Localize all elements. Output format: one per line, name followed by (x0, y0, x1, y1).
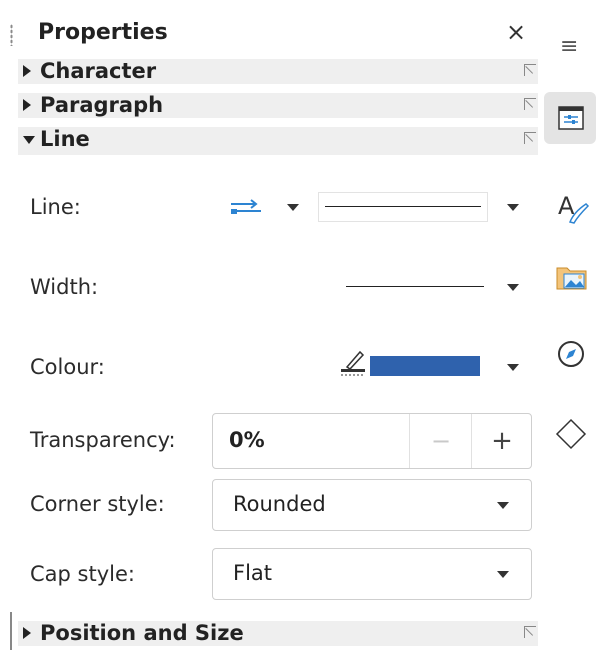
sidebar-tabbar: ≡ A (540, 0, 603, 650)
drag-grip[interactable] (10, 24, 13, 46)
section-paragraph-label: Paragraph (40, 93, 164, 117)
line-colour-dropdown-arrow[interactable] (507, 364, 519, 371)
expand-icon (23, 627, 31, 639)
colour-label: Colour: (30, 355, 105, 379)
tab-shapes[interactable] (544, 408, 596, 460)
more-options-icon[interactable] (524, 626, 536, 638)
tab-styles[interactable]: A (544, 182, 596, 234)
section-line[interactable]: Line (18, 127, 538, 155)
styles-icon: A (558, 192, 590, 224)
line-width-preview[interactable] (346, 286, 484, 287)
properties-panel: Properties × Character Paragraph Line Li… (0, 0, 538, 650)
corner-style-dropdown[interactable]: Rounded (212, 479, 532, 531)
cap-style-dropdown[interactable]: Flat (212, 548, 532, 600)
panel-titlebar: Properties × (18, 18, 538, 52)
section-character[interactable]: Character (18, 59, 538, 84)
line-label: Line: (30, 195, 81, 219)
tab-navigator[interactable] (544, 328, 596, 380)
line-style-preview (325, 206, 481, 207)
corner-style-value: Rounded (233, 492, 326, 516)
chevron-down-icon (497, 571, 509, 578)
panel-title: Properties (38, 20, 168, 45)
line-colour-icon[interactable] (339, 348, 369, 378)
transparency-value[interactable]: 0% (229, 428, 265, 452)
section-position-size-label: Position and Size (40, 621, 244, 645)
navigator-icon (558, 341, 584, 367)
collapse-icon (23, 136, 35, 144)
cap-style-value: Flat (233, 561, 273, 585)
tab-gallery[interactable] (544, 250, 596, 302)
sidebar-menu-button[interactable]: ≡ (560, 34, 578, 59)
svg-text:A: A (558, 192, 575, 220)
line-width-dropdown-arrow[interactable] (507, 284, 519, 291)
section-position-size[interactable]: Position and Size (18, 621, 538, 646)
expand-icon (23, 65, 31, 77)
tab-properties[interactable] (544, 92, 596, 144)
decrease-button[interactable]: − (409, 414, 472, 468)
section-character-label: Character (40, 59, 157, 83)
transparency-spinbox[interactable]: 0% − + (212, 413, 532, 469)
line-style-dropdown[interactable] (318, 192, 488, 222)
line-style-dropdown-arrow[interactable] (507, 204, 519, 211)
more-options-icon[interactable] (524, 132, 536, 144)
more-options-icon[interactable] (524, 64, 536, 76)
divider (10, 612, 12, 650)
line-colour-swatch[interactable] (370, 356, 480, 376)
cap-style-label: Cap style: (30, 562, 135, 586)
transparency-label: Transparency: (30, 428, 176, 452)
line-arrow-style-icon[interactable] (229, 197, 265, 219)
section-line-label: Line (40, 127, 90, 151)
expand-icon (23, 99, 31, 111)
more-options-icon[interactable] (524, 98, 536, 110)
section-paragraph[interactable]: Paragraph (18, 93, 538, 118)
shapes-icon (555, 418, 587, 450)
chevron-down-icon (497, 502, 509, 509)
arrow-style-dropdown[interactable] (287, 204, 299, 211)
properties-icon (558, 106, 584, 130)
corner-style-label: Corner style: (30, 492, 165, 516)
increase-button[interactable]: + (471, 414, 532, 468)
width-label: Width: (30, 275, 99, 299)
close-button[interactable]: × (506, 18, 526, 46)
gallery-icon (556, 267, 587, 290)
